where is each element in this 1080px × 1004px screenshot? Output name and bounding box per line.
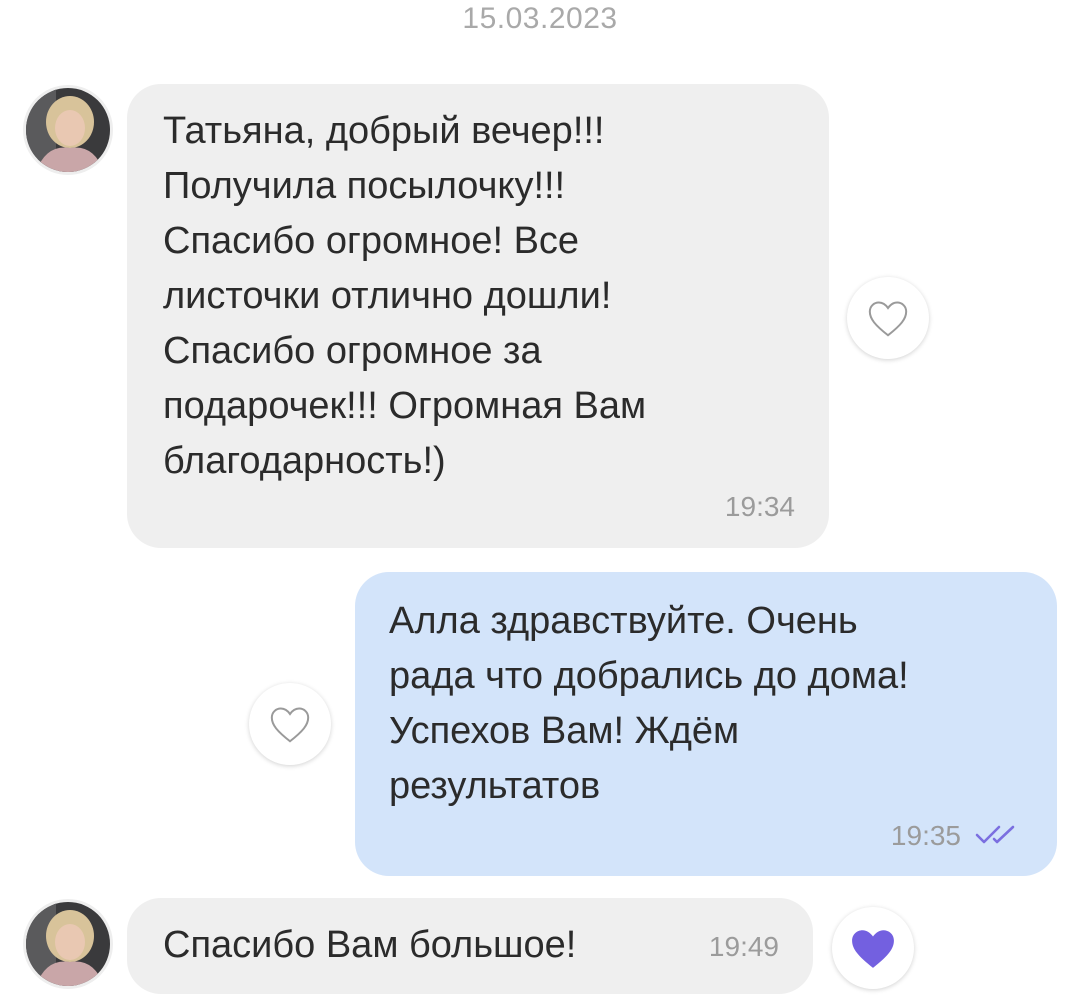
message-bubble-outgoing[interactable]: Алла здравствуйте. Очень рада что добрал… <box>355 572 1057 876</box>
double-check-icon <box>975 825 1015 844</box>
sender-avatar[interactable] <box>26 88 110 172</box>
message-time: 19:35 <box>890 820 961 851</box>
avatar-photo <box>26 88 110 172</box>
message-text: Алла здравствуйте. Очень рада что добрал… <box>389 600 909 807</box>
sender-avatar[interactable] <box>26 902 110 986</box>
message-time: 19:34 <box>724 491 795 522</box>
like-button[interactable] <box>847 277 929 359</box>
message-text: Спасибо Вам большое! <box>163 924 577 966</box>
avatar-photo <box>26 902 110 986</box>
heart-outline-icon <box>868 301 908 337</box>
message-bubble-incoming[interactable]: Спасибо Вам большое! 19:49 <box>127 898 813 994</box>
like-button-active[interactable] <box>832 907 914 989</box>
date-separator: 15.03.2023 <box>462 2 618 35</box>
message-bubble-incoming[interactable]: Татьяна, добрый вечер!!! Получила посыло… <box>127 84 829 548</box>
heart-outline-icon <box>270 707 310 743</box>
heart-filled-icon <box>852 930 894 968</box>
like-button[interactable] <box>249 683 331 765</box>
message-time: 19:49 <box>708 931 779 962</box>
message-text: Татьяна, добрый вечер!!! Получила посыло… <box>163 110 647 482</box>
